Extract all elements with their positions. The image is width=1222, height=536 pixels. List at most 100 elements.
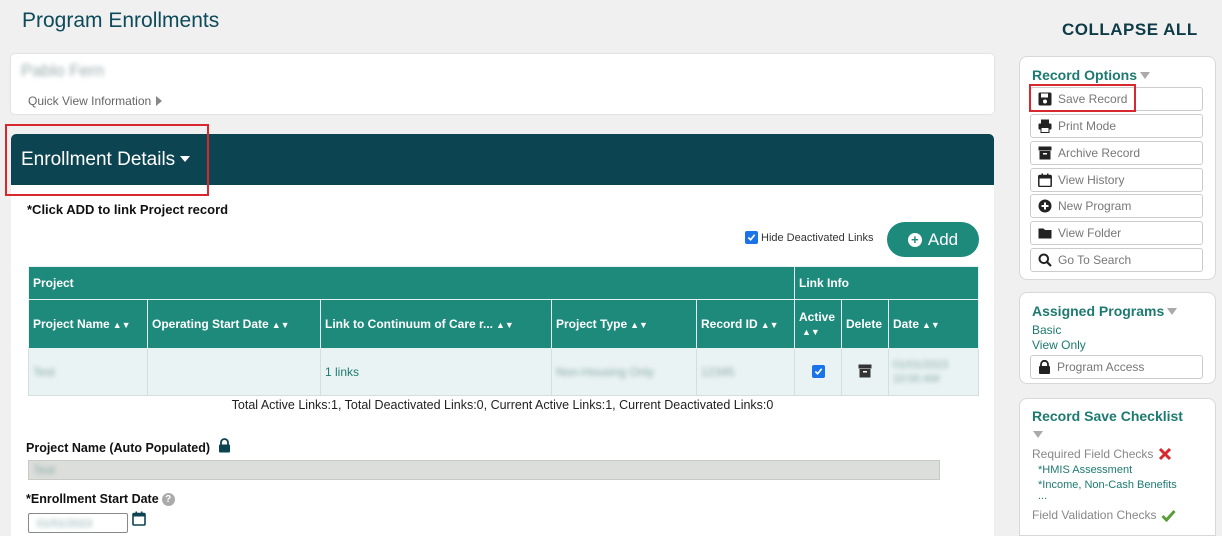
page-title: Program Enrollments (22, 9, 220, 32)
col-record-id[interactable]: Record ID ▲▼ (696, 299, 795, 349)
group-header-link-info: Link Info (794, 266, 979, 300)
highlight-box (5, 124, 209, 196)
project-name-field: Test (28, 460, 940, 480)
checklist-item[interactable]: *HMIS Assessment (1038, 464, 1132, 476)
cell-date: 01/01/2023 10:00 AM (888, 348, 979, 396)
cell-record-id: 12345 (696, 348, 795, 396)
col-operating-start-date[interactable]: Operating Start Date ▲▼ (147, 299, 321, 349)
project-name-field-value: Test (33, 463, 56, 477)
sort-icon[interactable]: ▲▼ (761, 320, 779, 330)
help-icon[interactable]: ? (161, 493, 175, 506)
print-mode-button[interactable]: Print Mode (1030, 114, 1203, 138)
col-label: Active (799, 310, 836, 324)
archive-record-button[interactable]: Archive Record (1030, 141, 1203, 165)
hide-deactivated-toggle[interactable]: Hide Deactivated Links (745, 231, 874, 244)
program-name: Basic (1032, 323, 1062, 337)
record-options-title[interactable]: Record Options (1032, 67, 1151, 83)
checkbox-checked-icon[interactable] (745, 231, 758, 244)
calendar-icon[interactable] (132, 511, 146, 526)
add-button-label: Add (927, 229, 959, 249)
coc-links-link[interactable]: 1 links (325, 365, 359, 379)
project-name-value: Test (33, 365, 56, 379)
archive-icon (1038, 146, 1052, 160)
lock-icon (1039, 360, 1050, 374)
col-date[interactable]: Date ▲▼ (888, 299, 979, 349)
sort-icon[interactable]: ▲▼ (802, 327, 820, 337)
field-validation-checks-label: Field Validation Checks (1032, 508, 1157, 522)
field-validation-checks: Field Validation Checks (1032, 508, 1176, 522)
collapse-all-button[interactable]: COLLAPSE ALL (1062, 20, 1198, 40)
start-date-field-label: *Enrollment Start Date? (26, 492, 175, 506)
checklist-more: ... (1038, 490, 1048, 502)
start-date-input[interactable]: 01/01/2023 (28, 513, 128, 533)
program-access-level: View Only (1032, 338, 1086, 352)
assigned-programs-title[interactable]: Assigned Programs (1032, 303, 1178, 319)
save-checklist-title[interactable]: Record Save Checklist (1032, 408, 1183, 424)
link-totals: Total Active Links:1, Total Deactivated … (231, 398, 774, 412)
col-project-type[interactable]: Project Type ▲▼ (551, 299, 697, 349)
plus-circle-icon (1038, 199, 1052, 213)
archive-icon[interactable] (858, 364, 872, 378)
caret-down-icon[interactable] (1033, 431, 1043, 438)
add-instruction: *Click ADD to link Project record (27, 202, 229, 217)
quick-view-label: Quick View Information (28, 94, 152, 108)
table-row[interactable]: Test 1 links Non-Housing Only 12345 01/0… (28, 348, 979, 396)
cell-project-type: Non-Housing Only (551, 348, 697, 396)
col-label: Link to Continuum of Care r... (325, 317, 493, 331)
lock-icon (218, 438, 230, 453)
highlight-box (1029, 84, 1136, 112)
plus-circle-icon: + (907, 232, 922, 247)
hide-deactivated-label: Hide Deactivated Links (761, 231, 874, 244)
print-mode-label: Print Mode (1058, 119, 1117, 133)
col-label: Operating Start Date (152, 317, 269, 331)
caret-down-icon (1167, 308, 1178, 315)
col-delete: Delete (841, 299, 889, 349)
assigned-programs-card: Assigned Programs Basic View Only Progra… (1019, 292, 1216, 384)
sort-icon[interactable]: ▲▼ (113, 320, 131, 330)
view-folder-label: View Folder (1058, 226, 1122, 240)
col-link-coc[interactable]: Link to Continuum of Care r... ▲▼ (320, 299, 552, 349)
program-access-button[interactable]: Program Access (1030, 355, 1203, 379)
active-checkbox[interactable] (811, 365, 825, 378)
sort-icon[interactable]: ▲▼ (272, 320, 290, 330)
save-checklist-card: Record Save Checklist Required Field Che… (1019, 398, 1216, 536)
required-field-checks-label: Required Field Checks (1032, 447, 1154, 461)
enrollment-panel: Enrollment Details *Click ADD to link Pr… (5, 124, 994, 536)
sort-icon[interactable]: ▲▼ (496, 320, 514, 330)
project-name-label-text: Project Name (Auto Populated) (26, 441, 211, 455)
col-label: Date (893, 317, 920, 331)
view-history-label: View History (1058, 173, 1125, 187)
view-history-button[interactable]: View History (1030, 168, 1203, 192)
record-options-title-text: Record Options (1032, 67, 1138, 83)
cell-active[interactable] (794, 348, 842, 396)
start-date-value: 01/01/2023 (37, 518, 93, 530)
assigned-programs-title-text: Assigned Programs (1032, 303, 1165, 319)
sort-icon[interactable]: ▲▼ (630, 320, 648, 330)
date-value: 01/01/2023 10:00 AM (893, 359, 949, 385)
new-program-button[interactable]: New Program (1030, 194, 1203, 218)
caret-right-icon (156, 96, 163, 106)
quick-view-toggle[interactable]: Quick View Information (28, 94, 163, 108)
cell-link-coc[interactable]: 1 links (320, 348, 552, 396)
view-folder-button[interactable]: View Folder (1030, 221, 1203, 245)
start-date-label-text: *Enrollment Start Date (26, 492, 159, 506)
col-active[interactable]: Active ▲▼ (794, 299, 842, 349)
group-header-project: Project (28, 266, 795, 300)
new-program-label: New Program (1058, 199, 1132, 213)
go-to-search-button[interactable]: Go To Search (1030, 248, 1203, 272)
col-label: Delete (846, 317, 883, 331)
printer-icon (1038, 119, 1052, 133)
col-project-name[interactable]: Project Name ▲▼ (28, 299, 148, 349)
project-name-field-label: Project Name (Auto Populated) (26, 438, 231, 455)
project-type-value: Non-Housing Only (556, 365, 655, 379)
folder-icon (1038, 228, 1052, 239)
checklist-item[interactable]: *Income, Non-Cash Benefits (1038, 479, 1177, 491)
caret-down-icon (1140, 72, 1151, 79)
cell-delete[interactable] (841, 348, 889, 396)
add-button[interactable]: + Add (887, 222, 979, 257)
required-field-checks: Required Field Checks (1032, 447, 1172, 461)
sort-icon[interactable]: ▲▼ (922, 320, 940, 330)
client-name: Pablo Fern (21, 61, 105, 80)
col-label: Record ID (701, 317, 758, 331)
cell-project-name[interactable]: Test (28, 348, 148, 396)
